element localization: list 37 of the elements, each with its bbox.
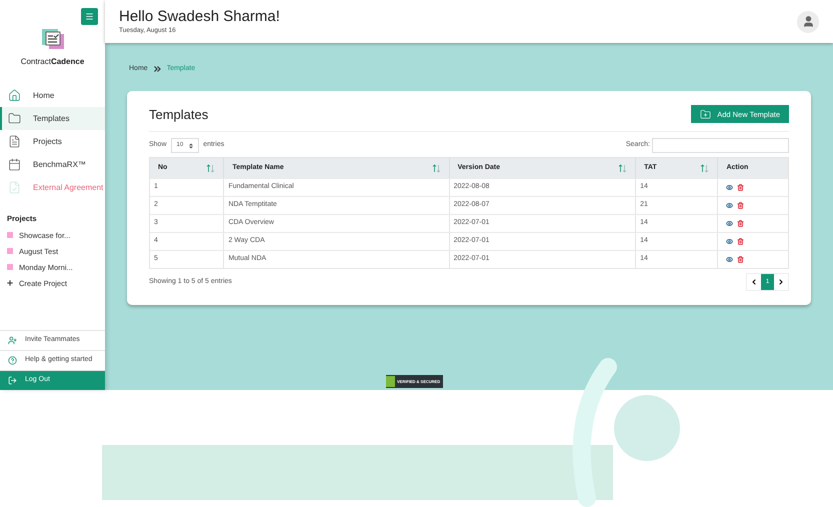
view-icon[interactable] xyxy=(726,184,734,191)
view-icon[interactable] xyxy=(726,238,734,245)
shield-icon xyxy=(386,376,395,387)
external-icon xyxy=(8,181,21,194)
logout-icon xyxy=(8,376,17,385)
plus-icon xyxy=(6,279,14,288)
nav-item[interactable]: Templates xyxy=(0,107,105,130)
menu-button[interactable] xyxy=(81,8,98,25)
double-chevron-icon xyxy=(154,66,161,72)
select-arrows-icon xyxy=(189,142,194,148)
brand-name: ContractCadence xyxy=(20,56,84,68)
nav-item[interactable]: Projects xyxy=(0,130,105,153)
user-icon xyxy=(802,15,814,28)
delete-icon[interactable] xyxy=(737,184,744,191)
nav-item[interactable]: Home xyxy=(0,84,105,107)
greeting: Hello Swadesh Sharma! xyxy=(119,8,280,26)
chevron-left-icon xyxy=(750,278,758,286)
help-icon xyxy=(8,356,17,365)
chevron-right-icon xyxy=(777,278,785,286)
delete-icon[interactable] xyxy=(737,256,744,263)
avatar[interactable] xyxy=(797,10,819,32)
delete-icon[interactable] xyxy=(737,220,744,227)
view-icon[interactable] xyxy=(726,202,734,209)
calendar-icon xyxy=(8,158,21,171)
home-icon xyxy=(8,89,21,102)
nav-item[interactable]: BenchmaRX™ xyxy=(0,153,105,176)
view-icon[interactable] xyxy=(726,220,734,227)
file-icon xyxy=(8,135,21,148)
card-title: Templates xyxy=(149,106,208,124)
menu-icon xyxy=(85,12,94,21)
invite-icon xyxy=(8,336,17,345)
view-icon[interactable] xyxy=(726,256,734,263)
delete-icon[interactable] xyxy=(737,238,744,245)
folder-icon xyxy=(8,112,21,125)
search-field[interactable] xyxy=(652,138,789,153)
folder-plus-icon xyxy=(700,108,712,120)
delete-icon[interactable] xyxy=(737,202,744,209)
